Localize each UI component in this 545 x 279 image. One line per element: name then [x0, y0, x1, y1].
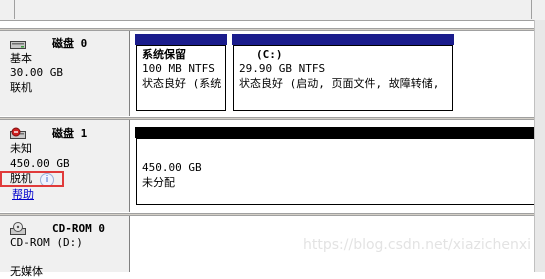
disk-0-partition-area: 系统保留 100 MB NTFS 状态良好 (系统 (C:) 29.90 GB … — [131, 31, 545, 116]
top-strip-cell — [14, 0, 532, 19]
watermark-text: https://blog.csdn.net/xiazichenxi — [303, 237, 531, 253]
disk-type: 未知 — [10, 142, 32, 155]
partition-fs: 29.90 GB NTFS — [239, 62, 326, 75]
disk-offline-icon — [10, 127, 26, 139]
disk-1-info-panel[interactable]: 磁盘 1 未知 450.00 GB 脱机 i 帮助 — [0, 120, 130, 212]
disk-type: CD-ROM (D:) — [10, 236, 83, 249]
disk-1-partition-area: 450.00 GB 未分配 — [131, 120, 545, 212]
disk-size: 450.00 GB — [10, 157, 70, 170]
partition-title: 系统保留 — [142, 48, 186, 61]
partition-c-drive[interactable]: (C:) 29.90 GB NTFS 状态良好 (启动, 页面文件, 故障转储, — [232, 34, 454, 112]
hard-disk-icon — [10, 41, 26, 49]
disk-media: 无媒体 — [10, 265, 43, 278]
disk-type: 基本 — [10, 52, 32, 65]
disk-0-info-panel[interactable]: 磁盘 0 基本 30.00 GB 联机 — [0, 31, 130, 116]
unallocated-stripe — [135, 127, 537, 138]
unallocated-space[interactable]: 450.00 GB 未分配 — [135, 127, 537, 206]
disk-status: 联机 — [10, 81, 32, 94]
vertical-scrollbar[interactable] — [534, 20, 545, 272]
partition-title: (C:) — [256, 48, 283, 61]
partition-box: (C:) 29.90 GB NTFS 状态良好 (启动, 页面文件, 故障转储, — [233, 45, 453, 111]
partition-status: 状态良好 (系统 — [142, 77, 222, 90]
partition-box: 系统保留 100 MB NTFS 状态良好 (系统 — [136, 45, 226, 111]
disk-size: 30.00 GB — [10, 66, 63, 79]
disk-name: 磁盘 1 — [52, 127, 88, 140]
partition-status: 状态良好 (启动, 页面文件, 故障转储, — [239, 77, 440, 90]
cdrom-0-info-panel[interactable]: CD-ROM 0 CD-ROM (D:) 无媒体 — [0, 216, 130, 278]
disk-name: CD-ROM 0 — [52, 222, 105, 235]
partition-fs: 100 MB NTFS — [142, 62, 215, 75]
disk-name: 磁盘 0 — [52, 37, 88, 50]
unallocated-size: 450.00 GB — [142, 161, 202, 174]
top-strip — [0, 0, 545, 21]
partition-stripe — [135, 34, 227, 45]
unallocated-label: 未分配 — [142, 176, 175, 189]
partition-box: 450.00 GB 未分配 — [136, 138, 536, 205]
offline-highlight-box — [0, 171, 64, 187]
partition-stripe — [232, 34, 454, 45]
cdrom-icon — [10, 222, 26, 235]
help-link[interactable]: 帮助 — [12, 188, 34, 202]
partition-system-reserved[interactable]: 系统保留 100 MB NTFS 状态良好 (系统 — [135, 34, 227, 112]
